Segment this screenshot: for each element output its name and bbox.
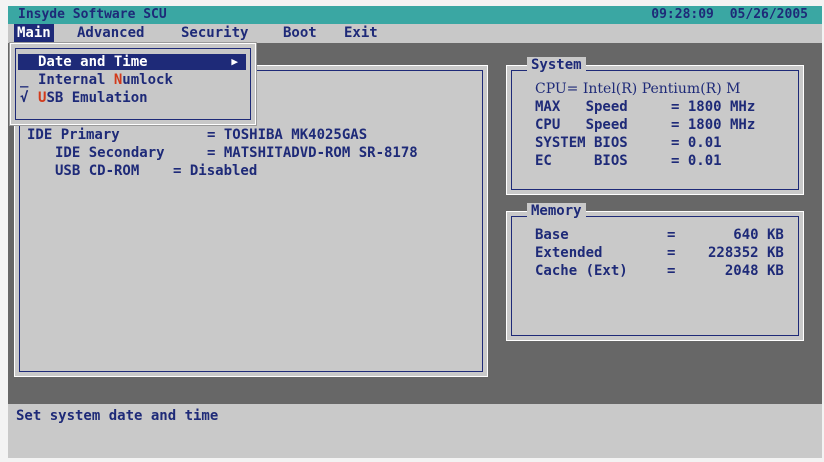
time-display: 09:28:09	[651, 7, 714, 22]
ide-secondary-label: IDE Secondary	[55, 145, 165, 161]
menu-main[interactable]: Main	[14, 24, 54, 43]
usb-cdrom-value: Disabled	[189, 163, 258, 179]
app-title: Insyde Software SCU	[18, 7, 167, 22]
memory-panel: Memory Base = 640 KB Extended = 228352 KB …	[506, 203, 804, 341]
menu-bar: Main Advanced Security Boot Exit	[8, 24, 822, 43]
memory-extended-label: Extended	[535, 245, 603, 261]
usb-cdrom-row[interactable]: USB CD-ROM = Disabled	[55, 162, 257, 180]
cpu-name: CPU= Intel(R) Pentium(R) M	[535, 81, 741, 97]
ec-bios-row: EC BIOS = 0.01	[535, 153, 722, 169]
menu-item-date-and-time[interactable]: Date and Time ▶	[18, 54, 246, 70]
submenu-arrow-icon: ▶	[231, 55, 238, 68]
usb-emulation-label: USB Emulation	[38, 90, 148, 106]
menu-exit[interactable]: Exit	[341, 24, 381, 43]
cpu-speed-value: 1800 MHz	[687, 117, 756, 133]
memory-extended-value: 228352 KB	[708, 245, 784, 261]
menu-item-internal-numlock[interactable]: _ Internal Numlock	[18, 72, 246, 88]
system-bios-row: SYSTEM BIOS = 0.01	[535, 135, 722, 151]
system-panel: System CPU= Intel(R) Pentium(R) M MAX Sp…	[506, 57, 804, 195]
date-display: 05/26/2005	[729, 7, 808, 22]
ide-secondary-row[interactable]: IDE Secondary = MATSHITADVD-ROM SR-8178	[55, 144, 418, 162]
system-bios-label: SYSTEM BIOS	[535, 135, 628, 151]
max-speed-label: MAX Speed	[535, 99, 628, 115]
clock: 09:28:09 05/26/2005	[651, 6, 808, 24]
memory-base-value: 640 KB	[733, 227, 784, 243]
memory-base-label: Base	[535, 227, 569, 243]
checkmark-icon: √	[20, 90, 29, 106]
status-bar: Set system date and time	[8, 404, 822, 458]
numlock-mark: _	[20, 72, 29, 88]
dropdown-frame: Date and Time ▶ _ Internal Numlock √ USB…	[15, 48, 251, 120]
memory-extended-row: Extended = 228352 KB	[535, 245, 784, 261]
cpu-speed-label: CPU Speed	[535, 117, 628, 133]
ide-secondary-value: MATSHITADVD-ROM SR-8178	[223, 145, 418, 161]
memory-base-row: Base = 640 KB	[535, 227, 784, 243]
main-dropdown-menu: Date and Time ▶ _ Internal Numlock √ USB…	[10, 43, 256, 125]
system-bios-value: 0.01	[687, 135, 722, 151]
date-time-label: Date and Time	[38, 54, 148, 70]
status-message: Set system date and time	[16, 408, 219, 424]
memory-cache-value: 2048 KB	[724, 263, 784, 279]
menu-item-usb-emulation[interactable]: √ USB Emulation	[18, 90, 246, 106]
memory-cache-label: Cache (Ext)	[535, 263, 628, 279]
ec-bios-value: 0.01	[687, 153, 722, 169]
usb-cdrom-label: USB CD-ROM	[55, 163, 140, 179]
memory-panel-title: Memory	[527, 203, 586, 219]
numlock-label: Internal Numlock	[38, 72, 173, 88]
title-bar: Insyde Software SCU 09:28:09 05/26/2005	[8, 6, 822, 24]
cpu-speed-row: CPU Speed = 1800 MHz	[535, 117, 756, 133]
ide-primary-value: TOSHIBA MK4025GAS	[223, 127, 368, 143]
menu-security[interactable]: Security	[178, 24, 251, 43]
max-speed-value: 1800 MHz	[687, 99, 756, 115]
memory-cache-row: Cache (Ext) = 2048 KB	[535, 263, 784, 279]
bios-screen: Insyde Software SCU 09:28:09 05/26/2005 …	[8, 6, 822, 458]
ec-bios-label: EC BIOS	[535, 153, 628, 169]
max-speed-row: MAX Speed = 1800 MHz	[535, 99, 756, 115]
system-panel-title: System	[527, 57, 586, 73]
menu-boot[interactable]: Boot	[280, 24, 320, 43]
menu-advanced[interactable]: Advanced	[74, 24, 147, 43]
